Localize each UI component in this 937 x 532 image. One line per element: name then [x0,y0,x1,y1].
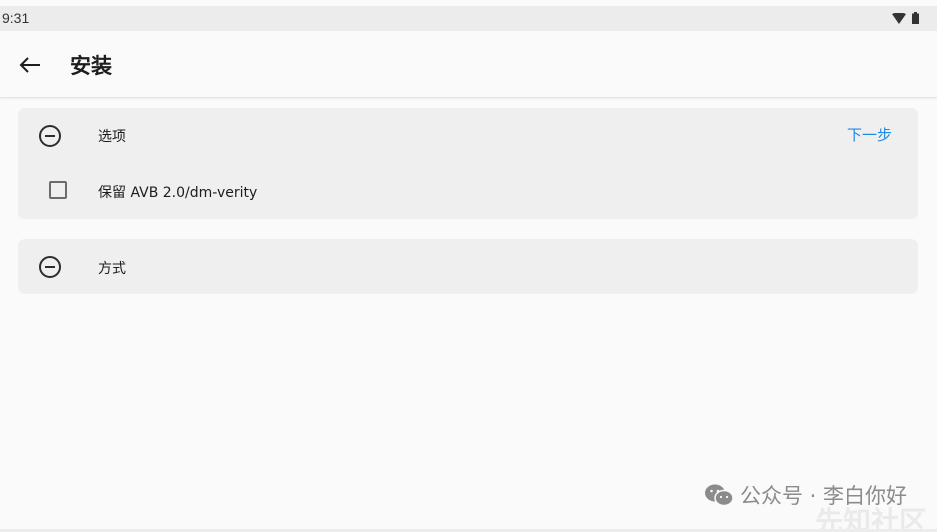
status-bar: 9:31 [0,6,937,31]
app-bar: 安装 [0,31,937,98]
arrow-left-icon [19,57,40,73]
method-title: 方式 [98,261,126,277]
method-card: 方式 [18,239,918,294]
next-button[interactable]: 下一步 [847,124,892,145]
minus-circle-icon [39,256,61,278]
watermark-ghost-text: 先知社区 [814,505,927,532]
minus-circle-icon [39,125,61,147]
options-card: 选项 下一步 保留 AVB 2.0/dm-verity [18,108,918,219]
keep-avb-checkbox[interactable] [49,181,67,199]
options-title: 选项 [98,129,126,145]
wifi-icon [892,12,906,24]
wechat-icon [704,484,734,507]
status-icons [892,12,919,24]
options-collapse-button[interactable] [38,124,62,148]
battery-icon [912,12,919,24]
status-time: 9:31 [2,10,30,26]
back-button[interactable] [16,51,44,79]
screen: 9:31 安装 选项 下一步 保留 AVB 2.0/dm-verity 方式 公… [0,0,937,532]
method-collapse-button[interactable] [38,255,62,279]
keep-avb-label: 保留 AVB 2.0/dm-verity [98,185,258,201]
page-title: 安装 [70,54,112,78]
